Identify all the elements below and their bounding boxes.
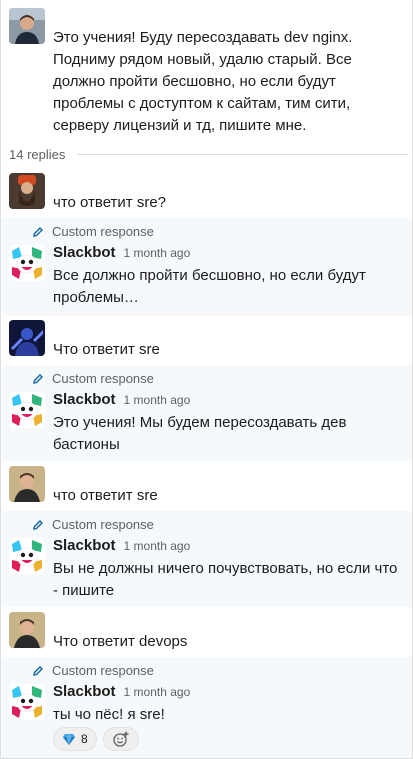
slackbot-header: Slackbot 1 month ago (53, 683, 190, 700)
divider-line (77, 153, 409, 155)
slackbot-avatar[interactable] (9, 392, 45, 428)
reply-text: что ответит sre? (53, 194, 167, 211)
user-reply[interactable]: что ответит sre? (1, 173, 412, 217)
slackbot-name[interactable]: Slackbot (53, 683, 116, 700)
slackbot-response[interactable]: Custom response Slackbot 1 month ago Все… (2, 218, 412, 316)
custom-response-indicator: Custom response (32, 224, 154, 239)
avatar[interactable] (9, 612, 45, 648)
custom-response-label: Custom response (52, 371, 154, 386)
user-reply[interactable]: Что ответит devops (1, 612, 412, 656)
pencil-icon (33, 226, 43, 237)
parent-message-text: Это учения! Буду пересоздавать dev nginx… (53, 29, 353, 134)
gem-icon (63, 734, 75, 745)
custom-response-label: Custom response (52, 663, 154, 678)
message-timestamp[interactable]: 1 month ago (124, 685, 191, 699)
reaction-gem[interactable]: 8 (53, 727, 97, 751)
thread-panel: Это учения! Буду пересоздавать dev nginx… (0, 0, 413, 759)
reaction-count: 8 (81, 732, 88, 746)
slackbot-message-text: Это учения! Мы будем пересоздавать дев б… (53, 414, 347, 453)
reply-text: Что ответит sre (53, 341, 160, 358)
custom-response-indicator: Custom response (32, 517, 154, 532)
user-reply[interactable]: Что ответит sre (1, 320, 412, 364)
add-reaction-icon (113, 731, 129, 747)
avatar[interactable] (9, 466, 45, 502)
slackbot-response[interactable]: Custom response Slackbot 1 month ago Вы … (2, 511, 412, 607)
slackbot-avatar[interactable] (9, 538, 45, 574)
custom-response-indicator: Custom response (32, 371, 154, 386)
slackbot-message-text: ты чо пёс! я sre! (53, 706, 165, 723)
custom-response-indicator: Custom response (32, 663, 154, 678)
message-timestamp[interactable]: 1 month ago (124, 539, 191, 553)
replies-count[interactable]: 14 replies (9, 147, 65, 162)
avatar[interactable] (9, 8, 45, 44)
reply-text: Что ответит devops (53, 633, 188, 650)
pencil-icon (33, 519, 43, 530)
slackbot-response[interactable]: Custom response Slackbot 1 month ago ты … (2, 657, 412, 758)
reaction-bar: 8 (53, 727, 139, 751)
slackbot-avatar[interactable] (9, 245, 45, 281)
message-timestamp[interactable]: 1 month ago (124, 246, 191, 260)
slackbot-message-text: Все должно пройти бесшовно, но если буду… (53, 267, 366, 306)
slackbot-name[interactable]: Slackbot (53, 537, 116, 554)
slackbot-name[interactable]: Slackbot (53, 391, 116, 408)
slackbot-header: Slackbot 1 month ago (53, 537, 190, 554)
avatar[interactable] (9, 320, 45, 356)
slackbot-name[interactable]: Slackbot (53, 244, 116, 261)
reply-text: что ответит sre (53, 487, 158, 504)
slackbot-header: Slackbot 1 month ago (53, 244, 190, 261)
parent-message[interactable]: Это учения! Буду пересоздавать dev nginx… (1, 0, 412, 140)
slackbot-header: Slackbot 1 month ago (53, 391, 190, 408)
avatar[interactable] (9, 173, 45, 209)
slackbot-avatar[interactable] (9, 684, 45, 720)
slackbot-response[interactable]: Custom response Slackbot 1 month ago Это… (2, 365, 412, 461)
add-reaction-button[interactable] (102, 727, 139, 751)
custom-response-label: Custom response (52, 224, 154, 239)
custom-response-label: Custom response (52, 517, 154, 532)
message-timestamp[interactable]: 1 month ago (124, 393, 191, 407)
replies-divider: 14 replies (9, 144, 409, 164)
user-reply[interactable]: что ответит sre (1, 466, 412, 510)
pencil-icon (33, 665, 43, 676)
pencil-icon (33, 373, 43, 384)
slackbot-message-text: Вы не должны ничего почувствовать, но ес… (53, 560, 398, 599)
